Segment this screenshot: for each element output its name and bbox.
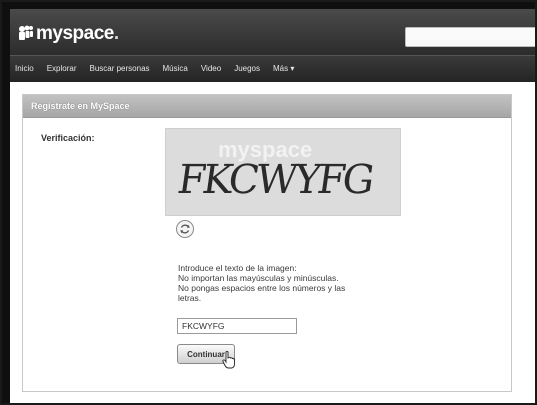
nav-item-musica[interactable]: Música: [163, 56, 188, 82]
instruction-line: No importan las mayúsculas y minúsculas.: [178, 273, 339, 283]
refresh-captcha-button[interactable]: [176, 220, 194, 238]
panel-header: Regístrate en MySpace: [23, 95, 511, 118]
hand-cursor-icon: [222, 351, 236, 369]
nav-item-juegos[interactable]: Juegos: [234, 56, 260, 82]
nav-item-buscar-personas[interactable]: Buscar personas: [89, 56, 149, 82]
logo-dot: .: [113, 23, 119, 44]
nav-item-video[interactable]: Video: [201, 56, 221, 82]
myspace-logo-icon: [18, 25, 34, 41]
top-header: myspace.: [10, 9, 535, 55]
nav-item-mas[interactable]: Más ▾: [273, 56, 294, 82]
instruction-line: Introduce el texto de la imagen:: [178, 263, 297, 273]
browser-window: myspace. Inicio Explorar Buscar personas…: [2, 2, 535, 403]
nav-item-explorar[interactable]: Explorar: [47, 56, 77, 82]
refresh-icon: [177, 221, 193, 237]
captcha-code-input[interactable]: [177, 318, 297, 334]
instruction-line: letras.: [178, 293, 202, 303]
panel-title: Regístrate en MySpace: [31, 101, 130, 111]
myspace-logo[interactable]: myspace.: [18, 23, 119, 45]
main-nav: Inicio Explorar Buscar personas Música V…: [10, 55, 535, 82]
logo-text: myspace: [36, 23, 114, 44]
verification-label: Verificación:: [41, 133, 95, 143]
captcha-image: myspace FKCWYFG: [165, 128, 401, 216]
captcha-text: FKCWYFG: [174, 157, 375, 203]
signup-panel: Regístrate en MySpace Verificación: mysp…: [22, 94, 512, 392]
search-input[interactable]: [405, 27, 535, 47]
nav-item-inicio[interactable]: Inicio: [15, 56, 34, 82]
instruction-line: No pongas espacios entre los números y l…: [178, 283, 346, 293]
captcha-instructions: Introduce el texto de la imagen: No impo…: [178, 263, 388, 303]
